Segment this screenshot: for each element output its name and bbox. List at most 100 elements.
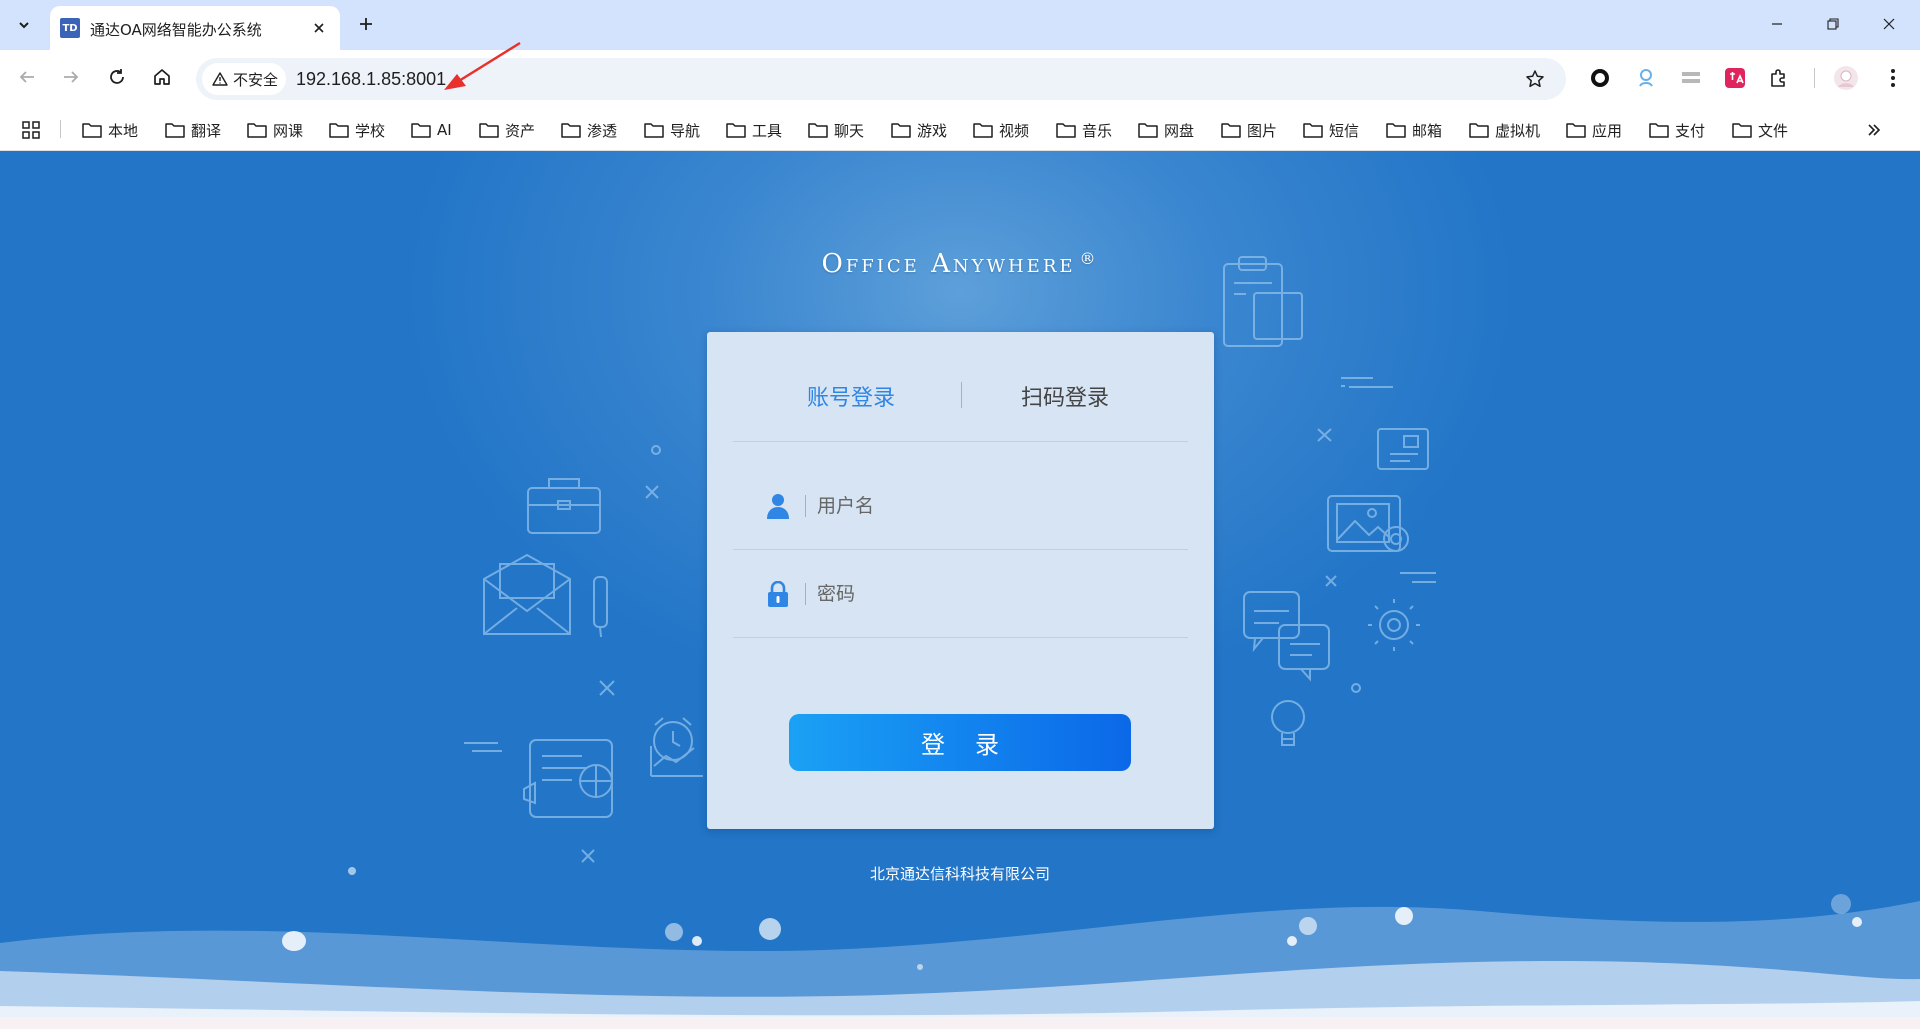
login-tabs: 账号登录 扫码登录	[733, 332, 1188, 442]
tongda-favicon-icon: TD	[60, 18, 80, 38]
bookmark-label: 工具	[752, 121, 783, 140]
new-tab-plus-icon[interactable]	[352, 10, 380, 38]
annotation-arrow-icon	[444, 41, 521, 90]
bookmark-item[interactable]: 学校	[329, 119, 385, 141]
bookmark-label: 聊天	[834, 121, 865, 140]
window-close-icon[interactable]	[1866, 6, 1912, 42]
minimize-icon[interactable]	[1754, 6, 1800, 42]
bookmark-item[interactable]: 导航	[644, 119, 700, 141]
extension-translate-icon[interactable]	[1631, 63, 1661, 93]
folder-icon	[411, 122, 431, 138]
bookmark-label: 渗透	[587, 121, 618, 140]
bookmark-item[interactable]: 虚拟机	[1469, 119, 1540, 141]
forward-arrow-icon[interactable]	[54, 60, 88, 94]
not-secure-label: 不安全	[233, 70, 279, 89]
password-row	[733, 550, 1188, 638]
extension-translate-red-icon[interactable]	[1720, 63, 1750, 93]
browser-menu-icon[interactable]	[1878, 63, 1908, 93]
field-separator	[805, 583, 806, 605]
folder-icon	[1732, 122, 1752, 138]
url-text[interactable]: 192.168.1.85:8001	[296, 69, 446, 90]
bookmark-label: 网课	[273, 121, 304, 140]
folder-icon	[1649, 122, 1669, 138]
tab-qr-login[interactable]: 扫码登录	[1021, 380, 1109, 412]
bookmark-item[interactable]: 本地	[82, 119, 138, 141]
bookmark-label: 文件	[1758, 121, 1789, 140]
small-dot	[651, 445, 661, 455]
bookmark-item[interactable]: AI	[411, 119, 452, 141]
back-arrow-icon[interactable]	[10, 60, 44, 94]
bookmark-item[interactable]: 聊天	[808, 119, 864, 141]
home-icon[interactable]	[145, 60, 179, 94]
address-bar[interactable]: 不安全 192.168.1.85:8001	[196, 58, 1566, 100]
bookmark-label: 导航	[670, 121, 701, 140]
bookmarks-separator	[60, 120, 61, 138]
bookmark-item[interactable]: 视频	[973, 119, 1029, 141]
folder-icon	[1566, 122, 1586, 138]
profile-avatar-icon[interactable]	[1831, 63, 1861, 93]
folder-icon	[1221, 122, 1241, 138]
bookmark-label: 资产	[505, 121, 536, 140]
company-name: 北京通达信科科技有限公司	[869, 865, 1050, 883]
lock-icon	[765, 580, 791, 608]
bookmark-label: 图片	[1247, 121, 1278, 140]
folder-icon	[165, 122, 185, 138]
bookmark-label: 游戏	[917, 121, 948, 140]
bookmark-item[interactable]: 应用	[1566, 119, 1622, 141]
bookmark-label: 视频	[999, 121, 1030, 140]
tab-close-icon[interactable]	[308, 17, 330, 39]
login-card: 账号登录 扫码登录 登录	[707, 332, 1214, 829]
bookmark-label: 翻译	[191, 121, 222, 140]
tab-divider	[961, 382, 962, 408]
bookmark-label: 邮箱	[1412, 121, 1443, 140]
extension-circle-icon[interactable]	[1585, 63, 1615, 93]
bookmark-item[interactable]: 翻译	[165, 119, 221, 141]
press-release-icon	[523, 739, 613, 818]
bookmark-label: 学校	[355, 121, 386, 140]
restore-icon[interactable]	[1810, 6, 1856, 42]
folder-icon	[247, 122, 267, 138]
bookmark-item[interactable]: 文件	[1732, 119, 1788, 141]
bookmark-star-icon[interactable]	[1522, 66, 1548, 92]
bookmark-item[interactable]: 网盘	[1138, 119, 1194, 141]
tab-title: 通达OA网络智能办公系统	[90, 21, 262, 39]
reload-icon[interactable]	[100, 60, 134, 94]
tab-search-chevron-icon[interactable]	[8, 9, 40, 41]
folder-icon	[1056, 122, 1076, 138]
bookmark-label: 虚拟机	[1495, 121, 1541, 140]
extension-stack-icon[interactable]	[1676, 63, 1706, 93]
bookmark-item[interactable]: 网课	[247, 119, 303, 141]
folder-icon	[82, 122, 102, 138]
folder-icon	[1138, 122, 1158, 138]
bookmark-item[interactable]: 支付	[1649, 119, 1705, 141]
bookmark-item[interactable]: 邮箱	[1386, 119, 1442, 141]
bookmark-item[interactable]: 短信	[1303, 119, 1359, 141]
bookmark-item[interactable]: 渗透	[561, 119, 617, 141]
not-secure-badge[interactable]: 不安全	[202, 63, 286, 95]
bookmark-label: 本地	[108, 121, 139, 140]
bookmark-item[interactable]: 资产	[479, 119, 535, 141]
tab-account-login[interactable]: 账号登录	[807, 380, 895, 412]
apps-grid-icon[interactable]	[20, 119, 42, 141]
bookmark-item[interactable]: 图片	[1221, 119, 1277, 141]
login-button[interactable]: 登录	[789, 714, 1131, 771]
folder-icon	[1469, 122, 1489, 138]
bookmark-item[interactable]: 工具	[726, 119, 782, 141]
extensions-puzzle-icon[interactable]	[1764, 63, 1794, 93]
more-bookmarks-chevron-icon[interactable]	[1862, 119, 1886, 141]
bookmark-item[interactable]: 音乐	[1056, 119, 1112, 141]
folder-icon	[1303, 122, 1323, 138]
toolbar-separator	[1814, 68, 1815, 88]
active-tab[interactable]: TD 通达OA网络智能办公系统	[50, 6, 340, 50]
username-input[interactable]	[817, 488, 1157, 524]
folder-icon	[1386, 122, 1406, 138]
lightbulb-icon	[1271, 700, 1305, 746]
small-dot	[1351, 683, 1361, 693]
bookmark-label: 应用	[1592, 121, 1623, 140]
bookmark-label: AI	[437, 121, 452, 139]
password-input[interactable]	[817, 576, 1157, 612]
bookmark-item[interactable]: 游戏	[891, 119, 947, 141]
bottom-strip	[0, 1017, 1920, 1029]
folder-icon	[808, 122, 828, 138]
pen-icon	[593, 576, 608, 638]
